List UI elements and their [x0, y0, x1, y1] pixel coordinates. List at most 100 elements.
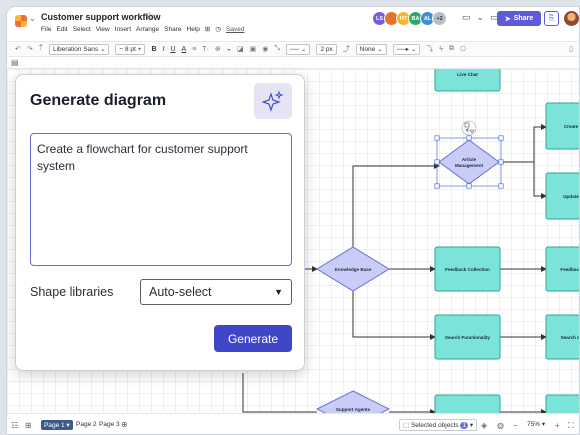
- shape-options-icon[interactable]: ⊕: [215, 45, 221, 53]
- user-avatar[interactable]: [564, 11, 579, 26]
- fill-color-icon[interactable]: ◒: [227, 46, 231, 53]
- menu-share[interactable]: Share: [164, 26, 181, 33]
- menu-view[interactable]: View: [96, 26, 110, 33]
- grid-view-icon[interactable]: ⊞: [25, 421, 32, 430]
- menu-edit[interactable]: Edit: [56, 26, 67, 33]
- node-article-management[interactable]: ArticleManagement: [434, 120, 504, 189]
- node-label: Management: [455, 163, 484, 168]
- connector-line[interactable]: [352, 291, 436, 340]
- header-icons: ▭ ⌄ ▭: [462, 12, 499, 23]
- add-page-icon[interactable]: ⊕: [121, 420, 128, 429]
- generate-button[interactable]: Generate: [214, 325, 292, 352]
- selected-objects-dropdown[interactable]: ⬚ Selected objects 1 ▾: [399, 419, 478, 431]
- resize-handle[interactable]: [466, 135, 472, 141]
- align-icon[interactable]: ≡: [192, 46, 196, 53]
- connector-line[interactable]: [242, 373, 317, 413]
- line-color-icon[interactable]: ◪: [237, 45, 244, 53]
- app-logo-icon[interactable]: [15, 15, 27, 27]
- zoom-in-icon[interactable]: +: [555, 421, 560, 430]
- share-button[interactable]: ➤ Share: [497, 11, 541, 26]
- text-color-button[interactable]: A: [182, 46, 187, 53]
- layers-icon[interactable]: ◈: [481, 421, 487, 430]
- comment-icon[interactable]: ▭: [462, 12, 471, 23]
- collaborator-avatars[interactable]: LS HT BA AL +2: [372, 11, 447, 26]
- line-start-select[interactable]: None ⌄: [355, 43, 387, 55]
- node-search-functionality[interactable]: Search Functionality: [434, 314, 501, 360]
- menu-arrange[interactable]: Arrange: [136, 26, 159, 33]
- resize-handle[interactable]: [498, 135, 504, 141]
- tab-page-3[interactable]: Page 3: [96, 420, 123, 429]
- chevron-down-icon[interactable]: ⌄: [477, 12, 485, 23]
- line-start-value: None: [359, 45, 376, 53]
- resize-handle[interactable]: [434, 159, 440, 165]
- connector-line[interactable]: [500, 124, 547, 163]
- node-ticket-assignment[interactable]: Ticket Assignment: [434, 394, 501, 413]
- sparkle-button[interactable]: [254, 83, 292, 119]
- format-painter-icon[interactable]: ⍑: [39, 45, 43, 53]
- decision-shape[interactable]: [438, 139, 500, 185]
- shapes-panel-icon[interactable]: ▤: [11, 58, 19, 67]
- chevron-down-icon[interactable]: ⌄: [29, 14, 36, 23]
- fullscreen-icon[interactable]: ⛶: [568, 421, 574, 431]
- redo-icon[interactable]: ↷: [27, 45, 33, 53]
- prompt-textarea[interactable]: Create a flowchart for customer support …: [30, 133, 292, 266]
- accessibility-icon[interactable]: ◍: [497, 421, 504, 430]
- font-select[interactable]: Liberation Sans ⌄: [48, 43, 110, 55]
- gift-icon[interactable]: ⊞: [205, 25, 210, 33]
- image-icon[interactable]: ▣: [250, 45, 257, 53]
- node-label: Knowledge Base: [335, 267, 372, 272]
- rotate-handle-icon[interactable]: [461, 120, 477, 136]
- zoom-level[interactable]: 75% ▾: [527, 420, 545, 428]
- menu-select[interactable]: Select: [73, 26, 91, 33]
- resize-handle[interactable]: [498, 159, 504, 165]
- waypoint-icon[interactable]: ⤵: [426, 44, 433, 54]
- resize-handle[interactable]: [466, 183, 472, 189]
- node-knowledge-base[interactable]: Knowledge Base: [316, 246, 390, 292]
- node-create[interactable]: Create: [545, 102, 580, 150]
- list-view-icon[interactable]: ☷: [11, 421, 18, 430]
- menu-file[interactable]: File: [41, 26, 51, 33]
- line-style-select[interactable]: ── ⌄: [285, 43, 311, 55]
- process-shape[interactable]: [434, 394, 501, 413]
- saved-status[interactable]: Saved: [226, 26, 244, 33]
- text-options-icon[interactable]: T·: [202, 46, 209, 53]
- font-size-stepper[interactable]: − 8 pt +: [115, 43, 146, 55]
- lock-icon[interactable]: ⎔: [460, 45, 466, 53]
- star-icon[interactable]: ☆: [145, 11, 154, 22]
- bold-button[interactable]: B: [151, 46, 156, 53]
- line-end-select[interactable]: ──▸ ⌄: [392, 43, 421, 55]
- connector-line[interactable]: [533, 162, 547, 199]
- effects-icon[interactable]: ◉: [262, 45, 268, 53]
- link-icon[interactable]: ⧉: [449, 45, 454, 53]
- node-feedback-right[interactable]: Feedback: [545, 246, 580, 292]
- node-live-chat[interactable]: Live Chat: [434, 69, 501, 92]
- node-support-agents[interactable]: Support Agents: [315, 390, 391, 413]
- underline-button[interactable]: U: [170, 46, 175, 53]
- node-label: Article: [462, 157, 477, 162]
- line-width-select[interactable]: 2 px: [316, 43, 337, 55]
- zoom-out-icon[interactable]: −: [513, 421, 518, 430]
- document-title[interactable]: Customer support workflow: [41, 12, 161, 22]
- process-shape[interactable]: [545, 394, 580, 413]
- connector-icon[interactable]: ⤴: [343, 44, 350, 54]
- node-feedback-collection[interactable]: Feedback Collection: [434, 246, 501, 292]
- present-button[interactable]: ⎘: [544, 11, 559, 26]
- style-icon[interactable]: ⤡: [274, 45, 280, 53]
- resize-handle[interactable]: [498, 183, 504, 189]
- node-assign-right[interactable]: Assign: [545, 394, 580, 413]
- generate-diagram-panel: Generate diagram Create a flowchart for …: [15, 74, 305, 371]
- undo-icon[interactable]: ↶: [15, 45, 21, 53]
- italic-button[interactable]: I: [163, 46, 165, 53]
- connector-line[interactable]: [352, 163, 440, 247]
- node-update[interactable]: Update: [545, 172, 580, 220]
- menu-insert[interactable]: Insert: [115, 26, 131, 33]
- shape-libraries-select[interactable]: Auto-select ▼: [140, 279, 292, 305]
- panel-toggle-icon[interactable]: ▯: [569, 45, 573, 53]
- flash-icon[interactable]: ϟ: [439, 46, 443, 53]
- resize-handle[interactable]: [434, 135, 440, 141]
- resize-handle[interactable]: [434, 183, 440, 189]
- collaborator-avatar[interactable]: +2: [432, 11, 447, 26]
- node-search-right[interactable]: Search In: [545, 314, 580, 360]
- tab-page-1[interactable]: Page 1 ▾: [41, 420, 73, 430]
- menu-help[interactable]: Help: [187, 26, 200, 33]
